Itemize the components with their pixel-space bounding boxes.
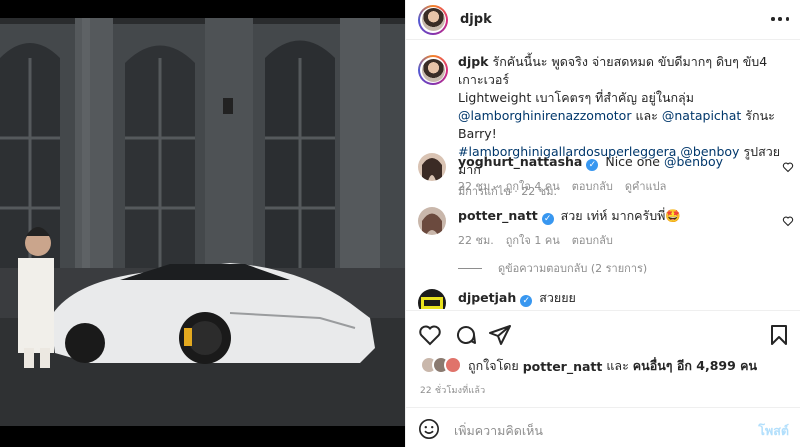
caption-and: และ bbox=[635, 108, 658, 123]
share-icon[interactable] bbox=[488, 323, 512, 347]
comment-text: Nice one bbox=[605, 154, 660, 169]
post-timestamp[interactable]: 22 ชั่วโมงที่แล้ว bbox=[420, 383, 485, 397]
comment-item: potter_natt ✓ สวย เท่ห์ มากครับพี่🤩 22 ชม… bbox=[418, 207, 794, 249]
verified-badge-icon: ✓ bbox=[520, 295, 533, 307]
reply-button[interactable]: ตอบกลับ bbox=[572, 177, 613, 195]
comment-time: 22 ชม. bbox=[458, 180, 494, 193]
verified-badge-icon: ✓ bbox=[586, 159, 599, 171]
comment-input[interactable]: เพิ่มความคิดเห็น bbox=[454, 421, 543, 441]
caption-text-line1: รักคันนี้นะ พูดจริง จ่ายสดหมด ขับดีมากๆ … bbox=[458, 54, 768, 87]
view-replies-label: ดูข้อความตอบกลับ (2 รายการ) bbox=[498, 262, 648, 275]
letterbox-top bbox=[0, 0, 405, 18]
post-comment-button[interactable]: โพสต์ bbox=[758, 421, 789, 441]
comment-item: djpetjah ✓ สวยยย bbox=[418, 289, 794, 309]
post-modal: djpk djpk รักคันนี้นะ พูดจริง จ่ายสดหมด … bbox=[0, 0, 800, 447]
more-horizontal-icon[interactable] bbox=[771, 12, 789, 26]
comment-likes[interactable]: ถูกใจ 1 คน bbox=[506, 231, 560, 249]
comments-list[interactable]: djpk รักคันนี้นะ พูดจริง จ่ายสดหมด ขับดี… bbox=[406, 41, 800, 309]
comment-icon[interactable] bbox=[454, 323, 478, 347]
likes-and: และ bbox=[606, 358, 629, 373]
reply-button[interactable]: ตอบกลับ bbox=[572, 231, 613, 249]
commenter-avatar[interactable] bbox=[418, 153, 446, 181]
emoji-icon[interactable] bbox=[418, 418, 440, 440]
likes-summary[interactable]: ถูกใจโดย potter_natt และ คนอื่นๆ อีก 4,8… bbox=[420, 356, 757, 376]
likes-user[interactable]: potter_natt bbox=[523, 359, 603, 374]
caption-mention[interactable]: @lamborghinirenazzomotor bbox=[458, 108, 631, 123]
comment-text: สวยยย bbox=[539, 290, 576, 305]
commenter-username[interactable]: djpetjah bbox=[458, 290, 516, 305]
likes-prefix: ถูกใจโดย bbox=[468, 358, 519, 373]
translate-button[interactable]: ดูคำแปล bbox=[625, 177, 667, 195]
caption-username[interactable]: djpk bbox=[458, 54, 489, 69]
commenter-username[interactable]: yoghurt_nattasha bbox=[458, 154, 582, 169]
post-panel: djpk djpk รักคันนี้นะ พูดจริง จ่ายสดหมด … bbox=[405, 0, 800, 447]
comment-heart-icon[interactable] bbox=[782, 161, 794, 173]
heart-icon[interactable] bbox=[418, 323, 442, 347]
photo-image bbox=[0, 18, 405, 426]
comment-meta: 22 ชม. ถูกใจ 4 คน ตอบกลับ ดูคำแปล bbox=[458, 177, 794, 195]
commenter-username[interactable]: potter_natt bbox=[458, 208, 538, 223]
author-username[interactable]: djpk bbox=[460, 12, 492, 27]
replies-divider bbox=[458, 267, 482, 269]
commenter-avatar[interactable] bbox=[418, 289, 446, 309]
comment-text: สวย เท่ห์ มากครับพี่🤩 bbox=[560, 208, 681, 223]
add-comment-bar: เพิ่มความคิดเห็น โพสต์ bbox=[406, 407, 800, 447]
comment-heart-icon[interactable] bbox=[782, 215, 794, 227]
post-header: djpk bbox=[406, 0, 800, 40]
photo-illustration bbox=[0, 18, 405, 426]
view-replies-button[interactable]: ดูข้อความตอบกลับ (2 รายการ) bbox=[458, 259, 647, 277]
caption-text-line2: Lightweight เบาโคตรๆ ที่สำคัญ อยู่ในกลุ่… bbox=[458, 90, 694, 105]
caption-avatar[interactable] bbox=[418, 55, 448, 85]
comment-likes[interactable]: ถูกใจ 4 คน bbox=[506, 177, 560, 195]
comment-item: yoghurt_nattasha ✓ Nice one @benboy 22 ชม… bbox=[418, 153, 794, 195]
comment-mention[interactable]: @benboy bbox=[664, 154, 723, 169]
comment-time: 22 ชม. bbox=[458, 234, 494, 247]
verified-badge-icon: ✓ bbox=[541, 213, 554, 225]
comment-meta: 22 ชม. ถูกใจ 1 คน ตอบกลับ bbox=[458, 231, 794, 249]
likes-others[interactable]: คนอื่นๆ อีก 4,899 คน bbox=[633, 356, 757, 376]
post-photo[interactable] bbox=[0, 0, 405, 447]
commenter-avatar[interactable] bbox=[418, 207, 446, 235]
caption-mention[interactable]: @natapichat bbox=[662, 108, 741, 123]
bookmark-icon[interactable] bbox=[767, 323, 791, 347]
author-avatar[interactable] bbox=[418, 4, 448, 35]
action-bar bbox=[406, 310, 800, 358]
liker-avatars bbox=[420, 356, 462, 376]
letterbox-bottom bbox=[0, 426, 405, 447]
